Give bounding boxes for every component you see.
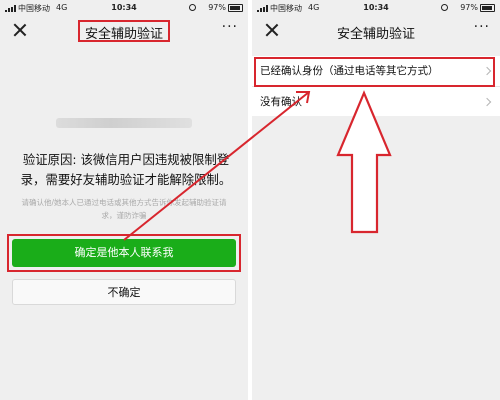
status-bar: 中国移动 4G 10:34 97% [0, 0, 248, 16]
left-phone-screen: 中国移动 4G 10:34 97% 安全辅助验证 ··· 验证原因: 该微信用户… [0, 0, 248, 400]
chevron-right-icon [482, 97, 492, 107]
battery-percent: 97% [460, 3, 478, 12]
battery-percent: 97% [208, 3, 226, 12]
option-not-confirmed[interactable]: 没有确认 [252, 86, 500, 116]
page-title: 安全辅助验证 [336, 27, 415, 42]
verification-reason: 验证原因: 该微信用户因违规被限制登录，需要好友辅助验证才能解除限制。 [20, 152, 232, 187]
unsure-button[interactable]: 不确定 [12, 279, 236, 305]
status-bar: 中国移动 4G 10:34 97% [252, 0, 500, 16]
option-highlight-box [254, 57, 495, 87]
more-icon[interactable]: ··· [222, 19, 238, 35]
more-icon[interactable]: ··· [474, 19, 490, 35]
battery-icon [228, 4, 243, 12]
confirm-button-highlight-box [7, 234, 241, 272]
rotation-lock-icon [189, 4, 196, 11]
title-highlight-box [78, 20, 170, 42]
battery-icon [480, 4, 495, 12]
option-label: 没有确认 [260, 96, 302, 108]
verification-hint: 请确认他/她本人已通过电话或其他方式告诉你发起辅助验证请求，谨防诈骗 [21, 198, 227, 220]
nav-bar: 安全辅助验证 ··· [252, 16, 500, 46]
blurred-user-name [56, 118, 192, 128]
rotation-lock-icon [441, 4, 448, 11]
